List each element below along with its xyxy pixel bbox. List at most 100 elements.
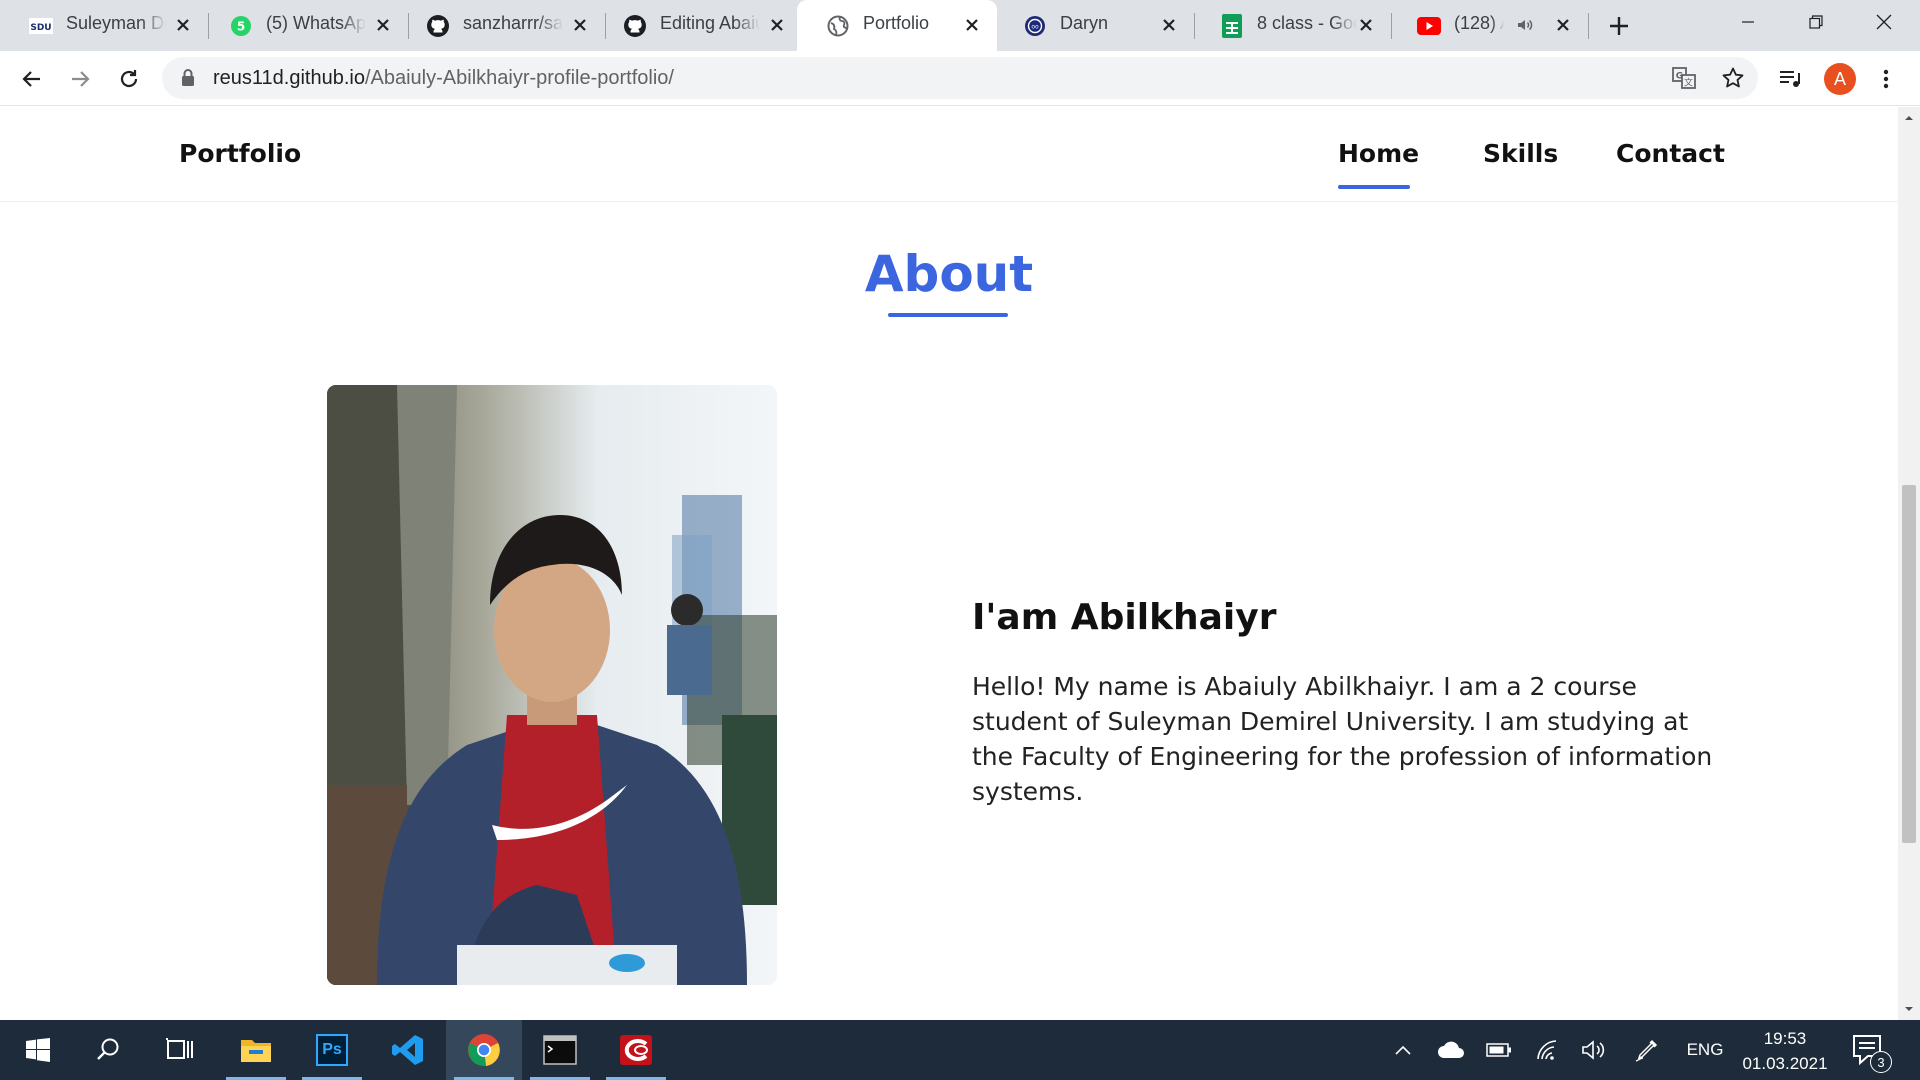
- github-icon: [623, 14, 647, 38]
- close-tab-icon[interactable]: [959, 12, 985, 38]
- scroll-down-arrow-icon[interactable]: [1904, 1004, 1914, 1014]
- address-bar[interactable]: reus11d.github.io/Abaiuly-Abilkhaiyr-pro…: [162, 57, 1758, 99]
- start-icon: [26, 1038, 50, 1062]
- clock-time: 19:53: [1763, 1029, 1807, 1048]
- sheets-icon: [1220, 14, 1244, 38]
- nav-link-skills[interactable]: Skills: [1483, 139, 1558, 168]
- new-tab-button[interactable]: [1605, 12, 1633, 40]
- active-nav-indicator: [1338, 185, 1410, 189]
- cloud-icon: [1438, 1041, 1464, 1058]
- taskbar-vscode[interactable]: [370, 1020, 446, 1080]
- network-tray[interactable]: [1529, 1020, 1565, 1080]
- taskbar-clock[interactable]: 19:53 01.03.2021: [1735, 1026, 1835, 1076]
- onedrive-tray[interactable]: [1433, 1020, 1469, 1080]
- close-tab-icon[interactable]: [1156, 12, 1182, 38]
- task-view-button[interactable]: [142, 1020, 218, 1080]
- profile-avatar[interactable]: A: [1824, 63, 1856, 95]
- speaker-icon[interactable]: [1516, 16, 1534, 38]
- windows-taskbar: Ps ENG 19:53 01.03.2021 3: [0, 1020, 1920, 1080]
- tab-title: 8 class - Google Sheets: [1257, 13, 1357, 33]
- daryn-icon: oo: [1023, 14, 1047, 38]
- globe-icon: [826, 14, 850, 38]
- taskbar-terminal[interactable]: [522, 1020, 598, 1080]
- vscode-icon: [392, 1035, 423, 1065]
- task-view-icon: [166, 1038, 193, 1059]
- arrow-right-icon: [72, 71, 90, 87]
- close-tab-icon[interactable]: [370, 12, 396, 38]
- tab-title: (5) WhatsApp: [266, 13, 366, 33]
- volume-tray[interactable]: [1576, 1020, 1612, 1080]
- search-icon: [97, 1038, 119, 1060]
- taskbar-app[interactable]: [598, 1020, 674, 1080]
- translate-icon[interactable]: G文: [1672, 66, 1696, 94]
- battery-tray[interactable]: [1481, 1020, 1517, 1080]
- page-viewport: Portfolio Home Skills Contact About I'am…: [0, 107, 1898, 1020]
- tab-suleyman-demirel[interactable]: SDU Suleyman Demirel University: [0, 0, 209, 51]
- section-title-underline: [888, 313, 1008, 317]
- tab-whatsapp[interactable]: 5 (5) WhatsApp: [200, 0, 409, 51]
- svg-text:5: 5: [237, 20, 245, 34]
- clock-date: 01.03.2021: [1742, 1054, 1828, 1073]
- youtube-icon: [1417, 14, 1441, 38]
- brand-logo-link[interactable]: Portfolio: [179, 139, 301, 168]
- restore-icon: [1809, 15, 1823, 29]
- greeting-heading: I'am Abilkhaiyr: [972, 597, 1277, 638]
- back-button[interactable]: [15, 62, 49, 96]
- page-scrollbar[interactable]: [1898, 107, 1920, 1020]
- taskbar-file-explorer[interactable]: [218, 1020, 294, 1080]
- nav-link-home[interactable]: Home: [1338, 139, 1419, 168]
- url-text: reus11d.github.io/Abaiuly-Abilkhaiyr-pro…: [213, 67, 674, 90]
- close-tab-icon[interactable]: [764, 12, 790, 38]
- site-header: Portfolio Home Skills Contact: [0, 107, 1898, 202]
- speaker-icon: [1582, 1040, 1605, 1060]
- tab-portfolio-active[interactable]: Portfolio: [797, 0, 997, 51]
- taskbar-photoshop[interactable]: Ps: [294, 1020, 370, 1080]
- tab-daryn[interactable]: oo Daryn: [994, 0, 1195, 51]
- scroll-up-arrow-icon[interactable]: [1904, 113, 1914, 123]
- svg-text:oo: oo: [1031, 24, 1039, 31]
- tab-youtube[interactable]: (128) AL: [1388, 0, 1589, 51]
- pen-icon: [1635, 1039, 1658, 1062]
- input-language-indicator[interactable]: ENG: [1680, 1020, 1730, 1080]
- pen-tray[interactable]: [1629, 1020, 1665, 1080]
- show-hidden-icons-button[interactable]: [1388, 1020, 1418, 1080]
- wifi-icon: [1537, 1040, 1557, 1060]
- playlist-icon: [1780, 71, 1800, 87]
- reload-button[interactable]: [112, 62, 146, 96]
- tab-github-sanzharrr[interactable]: sanzharrr/sanzharrr: [397, 0, 606, 51]
- whatsapp-icon: 5: [229, 14, 253, 38]
- profile-photo: [327, 385, 777, 985]
- tab-title: Editing Abaiuly: [660, 13, 760, 33]
- restore-button[interactable]: [1782, 0, 1850, 44]
- reload-icon: [120, 70, 138, 88]
- close-tab-icon[interactable]: [567, 12, 593, 38]
- photoshop-label: Ps: [322, 1041, 342, 1058]
- nav-link-contact[interactable]: Contact: [1616, 139, 1725, 168]
- media-controls-button[interactable]: [1773, 62, 1807, 96]
- minimize-icon: [1742, 21, 1754, 23]
- tab-github-editing[interactable]: Editing Abaiuly: [594, 0, 802, 51]
- close-tab-icon[interactable]: [1550, 12, 1576, 38]
- chrome-menu-button[interactable]: [1869, 62, 1903, 96]
- close-window-button[interactable]: [1850, 0, 1918, 44]
- close-tab-icon[interactable]: [1353, 12, 1379, 38]
- tab-title: sanzharrr/sanzharrr: [463, 13, 563, 33]
- svg-text:SDU: SDU: [30, 23, 51, 33]
- forward-button[interactable]: [63, 62, 97, 96]
- app-icon: [620, 1035, 652, 1065]
- start-button[interactable]: [0, 1020, 76, 1080]
- notification-count-badge: 3: [1870, 1051, 1892, 1073]
- bookmark-star-icon[interactable]: [1721, 66, 1745, 94]
- taskbar-chrome[interactable]: [446, 1020, 522, 1080]
- more-vertical-icon: [1883, 69, 1889, 89]
- tab-google-sheets[interactable]: 8 class - Google Sheets: [1191, 0, 1392, 51]
- minimize-button[interactable]: [1714, 0, 1782, 44]
- tab-title: (128) AL: [1454, 13, 1504, 33]
- chevron-up-icon: [1395, 1045, 1411, 1055]
- close-tab-icon[interactable]: [170, 12, 196, 38]
- close-icon: [1876, 14, 1892, 30]
- browser-toolbar: reus11d.github.io/Abaiuly-Abilkhaiyr-pro…: [0, 51, 1920, 106]
- plus-icon: [1610, 17, 1628, 35]
- scroll-thumb[interactable]: [1902, 485, 1916, 843]
- search-button[interactable]: [70, 1020, 146, 1080]
